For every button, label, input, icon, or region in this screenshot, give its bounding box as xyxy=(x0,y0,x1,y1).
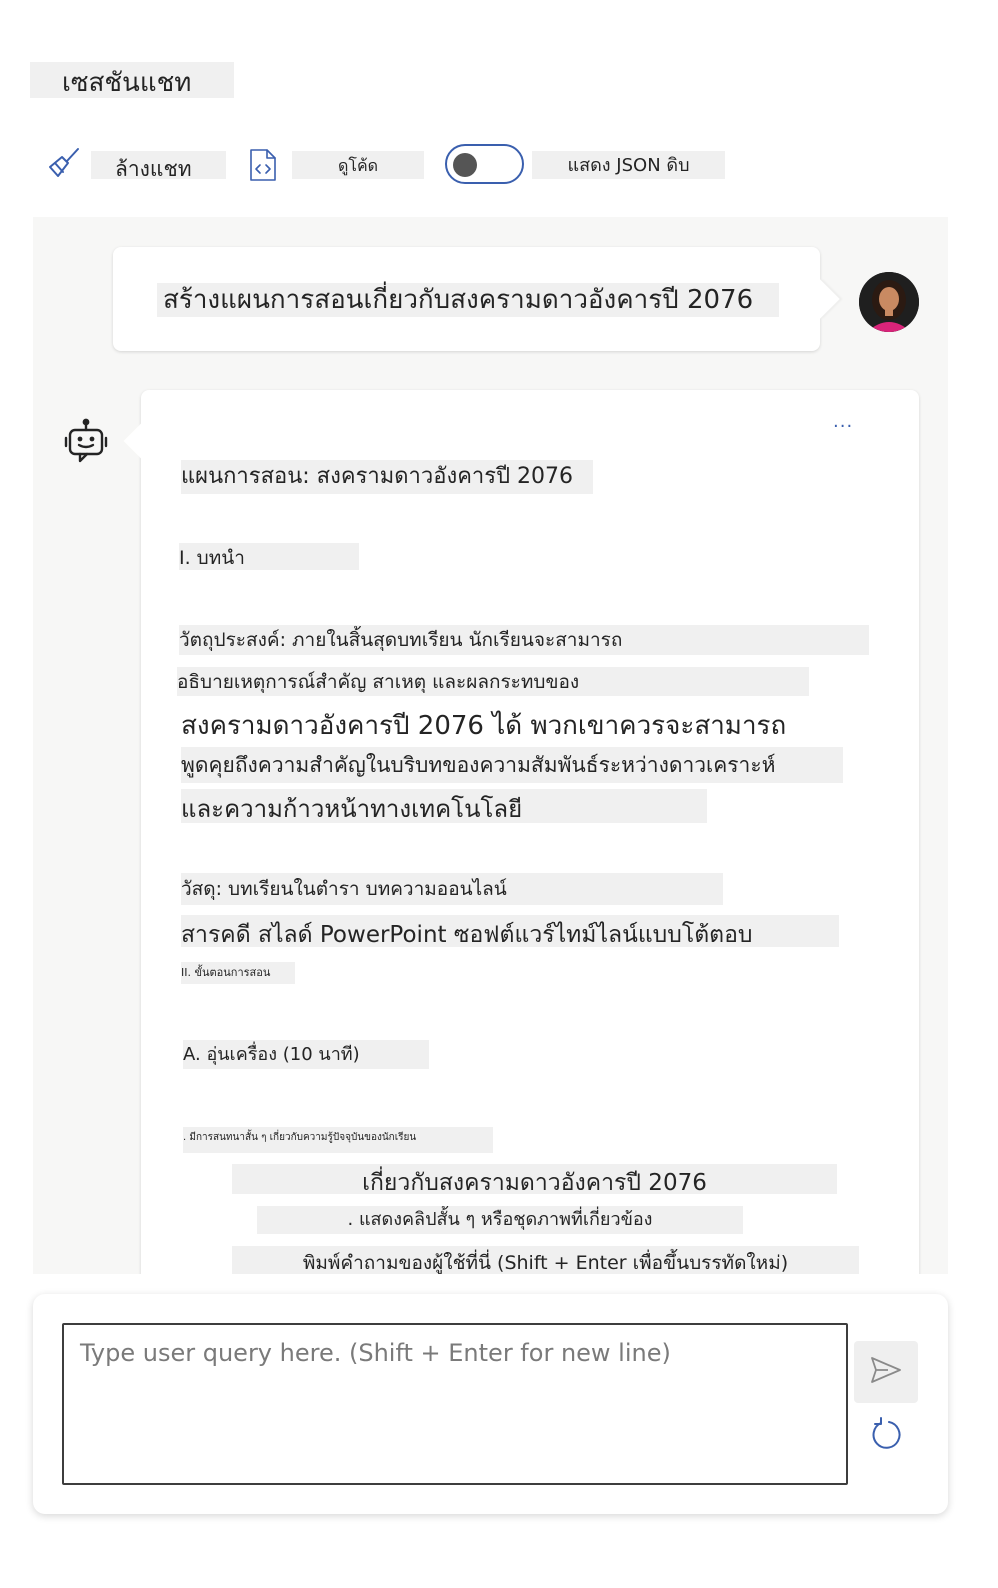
chat-history[interactable]: สร้างแผนการสอนเกี่ยวกับสงครามดาวอังคารปี… xyxy=(33,217,948,1274)
user-message-text: สร้างแผนการสอนเกี่ยวกับสงครามดาวอังคารปี… xyxy=(157,283,779,317)
refresh-icon xyxy=(868,1416,904,1456)
composer xyxy=(33,1294,948,1514)
lesson-text: พิมพ์คำถามของผู้ใช้ที่นี่ (Shift + Enter… xyxy=(232,1246,859,1274)
user-avatar xyxy=(859,272,919,332)
section-heading: I. บทนำ xyxy=(179,543,359,570)
bot-icon xyxy=(63,417,109,465)
step-heading: A. อุ่นเครื่อง (10 นาที) xyxy=(183,1040,429,1069)
broom-icon[interactable] xyxy=(46,146,82,182)
query-input[interactable] xyxy=(62,1323,848,1485)
lesson-title: แผนการสอน: สงครามดาวอังคารปี 2076 xyxy=(181,460,593,494)
lesson-text: สารคดี สไลด์ PowerPoint ซอฟต์แวร์ไทม์ไลน… xyxy=(181,915,839,947)
assistant-message: ··· แผนการสอน: สงครามดาวอังคารปี 2076 I.… xyxy=(141,390,919,1274)
section-heading: II. ขั้นตอนการสอน xyxy=(181,962,295,984)
page-title: เซสชันแชท xyxy=(30,62,234,98)
lesson-text: อธิบายเหตุการณ์สำคัญ สาเหตุ และผลกระทบขอ… xyxy=(177,667,809,696)
view-code-button[interactable]: ดูโค้ด xyxy=(292,151,424,179)
more-options-button[interactable]: ··· xyxy=(833,418,863,440)
toggle-knob xyxy=(453,153,477,177)
raw-json-toggle[interactable] xyxy=(445,144,524,184)
lesson-text: พูดคุยถึงความสำคัญในบริบทของความสัมพันธ์… xyxy=(181,747,843,783)
clear-chat-button[interactable]: ล้างแชท xyxy=(91,151,226,181)
lesson-text: วัตถุประสงค์: ภายในสิ้นสุดบทเรียน นักเรี… xyxy=(179,625,869,655)
user-message: สร้างแผนการสอนเกี่ยวกับสงครามดาวอังคารปี… xyxy=(113,247,820,351)
lesson-text: และความก้าวหน้าทางเทคโนโลยี xyxy=(181,789,707,823)
send-icon xyxy=(870,1356,902,1388)
lesson-text: เกี่ยวกับสงครามดาวอังคารปี 2076 xyxy=(232,1164,837,1194)
code-file-icon[interactable] xyxy=(248,148,278,182)
send-button[interactable] xyxy=(854,1341,918,1403)
lesson-text: . แสดงคลิปสั้น ๆ หรือชุดภาพที่เกี่ยวข้อง xyxy=(257,1206,743,1234)
reset-button[interactable] xyxy=(866,1416,906,1456)
lesson-text: สงครามดาวอังคารปี 2076 ได้ พวกเขาควรจะสา… xyxy=(181,711,787,741)
lesson-text: . มีการสนทนาสั้น ๆ เกี่ยวกับความรู้ปัจจุ… xyxy=(183,1127,493,1153)
lesson-text: วัสดุ: บทเรียนในตำรา บทความออนไลน์ xyxy=(181,873,723,905)
raw-json-label: แสดง JSON ดิบ xyxy=(532,151,725,179)
